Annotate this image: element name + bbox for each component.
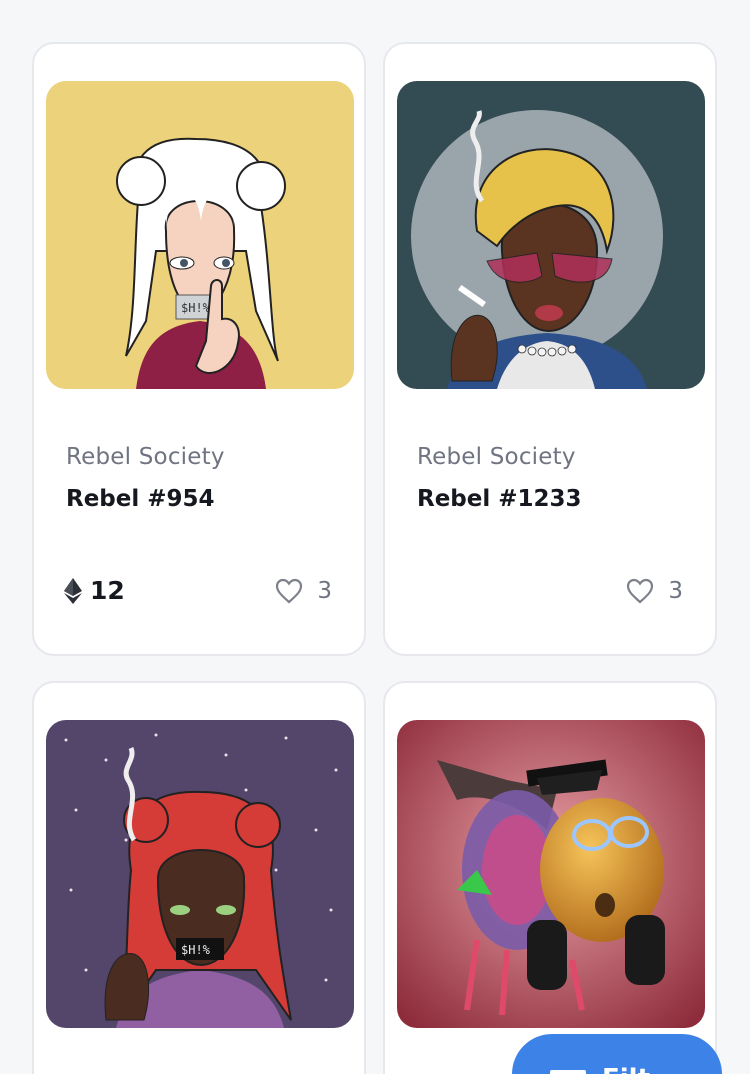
nft-image[interactable]: $H!%: [46, 81, 354, 389]
filter-button-label: Filt: [602, 1064, 650, 1074]
nft-image[interactable]: [397, 81, 705, 389]
nft-title[interactable]: Rebel #1233: [417, 486, 582, 512]
heart-icon[interactable]: [626, 578, 654, 604]
filter-button[interactable]: Filt: [512, 1034, 722, 1074]
ethereum-icon: [64, 577, 82, 604]
collection-name: Rebel Society: [417, 444, 576, 470]
nft-card[interactable]: $H!% Rebel Society Rebel #954 12 3: [32, 42, 366, 656]
nft-title[interactable]: Rebel #954: [66, 486, 215, 512]
price-value: 12: [90, 576, 125, 605]
nft-card[interactable]: [383, 681, 717, 1074]
like-count[interactable]: 3: [275, 578, 332, 604]
nft-image[interactable]: $H!%: [46, 720, 354, 1028]
price: 12: [64, 576, 125, 605]
collection-name: Rebel Society: [66, 444, 225, 470]
like-count-value: 3: [668, 578, 683, 604]
svg-text:$H!%: $H!%: [181, 301, 211, 315]
nft-image[interactable]: [397, 720, 705, 1028]
like-count-value: 3: [317, 578, 332, 604]
filter-icon: [550, 1070, 586, 1074]
like-count[interactable]: 3: [626, 578, 683, 604]
nft-card[interactable]: $H!%: [32, 681, 366, 1074]
nft-card[interactable]: Rebel Society Rebel #1233 3: [383, 42, 717, 656]
heart-icon[interactable]: [275, 578, 303, 604]
svg-text:$H!%: $H!%: [181, 943, 211, 957]
